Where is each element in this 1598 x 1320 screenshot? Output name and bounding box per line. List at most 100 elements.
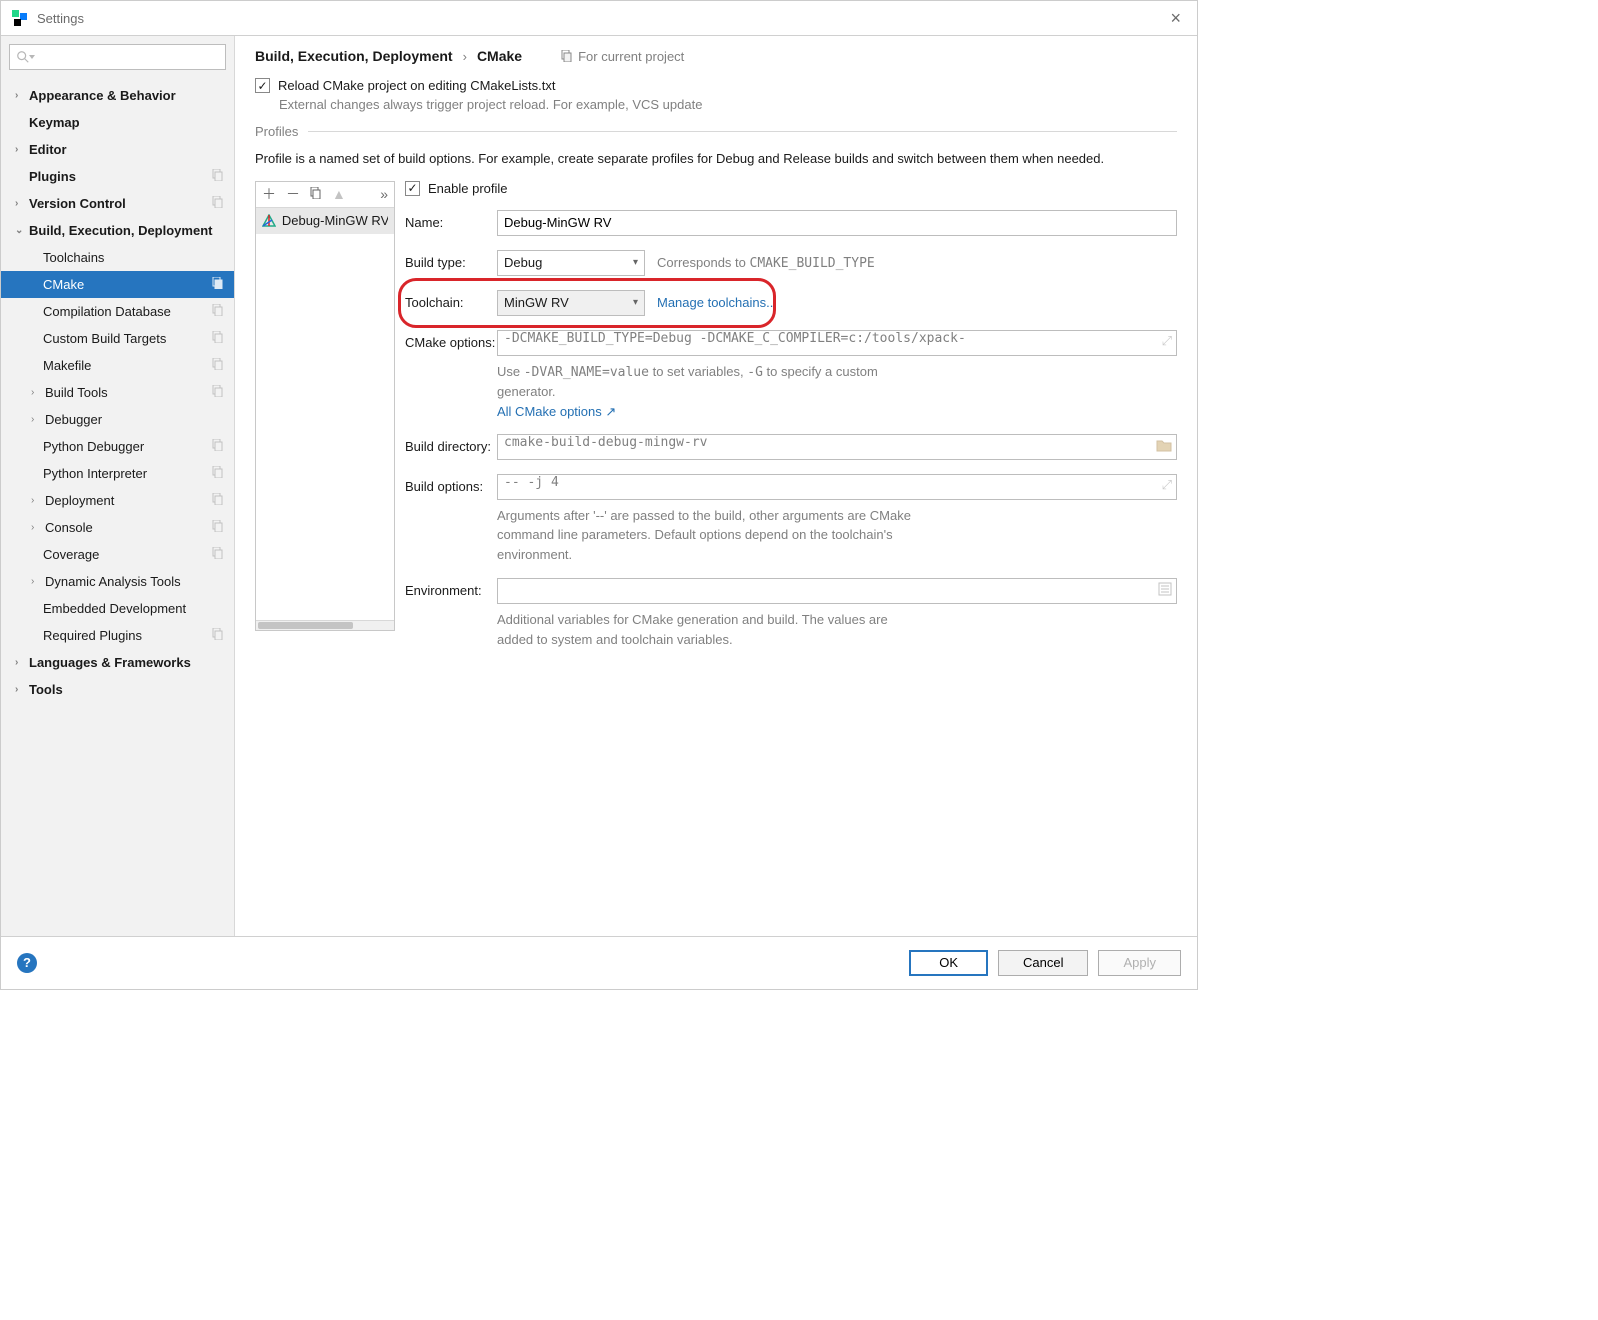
manage-toolchains-link[interactable]: Manage toolchains... <box>657 295 777 310</box>
name-label: Name: <box>405 210 497 230</box>
tree-item-version-control[interactable]: ›Version Control <box>1 190 234 217</box>
checkbox-icon[interactable] <box>255 78 270 93</box>
help-icon[interactable]: ? <box>17 953 37 973</box>
up-icon[interactable]: ▲ <box>332 186 346 202</box>
window-title: Settings <box>37 11 84 26</box>
tree-item-label: Languages & Frameworks <box>29 655 191 670</box>
tree-item-dynamic-analysis-tools[interactable]: › Dynamic Analysis Tools <box>1 568 234 595</box>
tree-item-python-debugger[interactable]: Python Debugger <box>1 433 234 460</box>
tree-item-deployment[interactable]: ›Deployment <box>1 487 234 514</box>
tree-item-label: Dynamic Analysis Tools <box>45 574 181 589</box>
tree-item-label: Debugger <box>45 412 102 427</box>
profiles-description: Profile is a named set of build options.… <box>255 149 1177 169</box>
name-input[interactable] <box>497 210 1177 236</box>
tree-item-label: Build Tools <box>45 385 108 400</box>
profiles-header: Profiles <box>255 124 1177 139</box>
tree-item-toolchains[interactable]: Toolchains <box>1 244 234 271</box>
buildopts-input[interactable]: -- -j 4 ⤢ <box>497 474 1177 500</box>
chevron-right-icon: › <box>31 522 41 533</box>
tree-item-label: Console <box>45 520 93 535</box>
reload-hint: External changes always trigger project … <box>279 97 1177 112</box>
close-icon[interactable]: × <box>1164 8 1187 29</box>
titlebar: Settings × <box>1 1 1197 36</box>
buildopts-hint: Arguments after '--' are passed to the b… <box>497 506 917 565</box>
tree-item-label: Custom Build Targets <box>43 331 166 346</box>
tree-item-label: Python Debugger <box>43 439 144 454</box>
env-label: Environment: <box>405 578 497 598</box>
folder-icon[interactable] <box>1156 438 1172 456</box>
tree-item-build-tools[interactable]: ›Build Tools <box>1 379 234 406</box>
breadcrumb-current: CMake <box>477 48 522 64</box>
profile-item[interactable]: Debug-MinGW RV <box>256 208 394 234</box>
tree-item-editor[interactable]: ›Editor <box>1 136 234 163</box>
chevron-down-icon: ▾ <box>633 257 638 268</box>
tree-item-makefile[interactable]: Makefile <box>1 352 234 379</box>
reload-label: Reload CMake project on editing CMakeLis… <box>278 78 555 93</box>
tree-item-plugins[interactable]: Plugins <box>1 163 234 190</box>
tree-item-python-interpreter[interactable]: Python Interpreter <box>1 460 234 487</box>
content-panel: Build, Execution, Deployment › CMake For… <box>235 36 1197 936</box>
tree-item-required-plugins[interactable]: Required Plugins <box>1 622 234 649</box>
footer: ? OK Cancel Apply <box>1 936 1197 988</box>
env-input[interactable] <box>497 578 1177 604</box>
tree-item-custom-build-targets[interactable]: Custom Build Targets <box>1 325 234 352</box>
tree-item-compilation-database[interactable]: Compilation Database <box>1 298 234 325</box>
builddir-input[interactable]: cmake-build-debug-mingw-rv <box>497 434 1177 460</box>
enable-profile-row[interactable]: Enable profile <box>405 181 1177 196</box>
buildtype-select[interactable]: Debug▾ <box>497 250 645 276</box>
reload-checkbox-row[interactable]: Reload CMake project on editing CMakeLis… <box>255 78 1177 93</box>
sidebar: ›Appearance & BehaviorKeymap›EditorPlugi… <box>1 36 235 936</box>
tree-item-debugger[interactable]: ›Debugger <box>1 406 234 433</box>
chevron-right-icon: › <box>31 576 41 587</box>
project-scope-icon <box>212 304 224 319</box>
buildtype-label: Build type: <box>405 250 497 270</box>
tree-item-label: Required Plugins <box>43 628 142 643</box>
tree-item-label: Appearance & Behavior <box>29 88 176 103</box>
search-input[interactable] <box>9 44 226 70</box>
tree-item-label: Toolchains <box>43 250 104 265</box>
all-cmake-options-link[interactable]: All CMake options ↗ <box>497 404 1177 420</box>
tree-item-languages-frameworks[interactable]: ›Languages & Frameworks <box>1 649 234 676</box>
tree-item-coverage[interactable]: Coverage <box>1 541 234 568</box>
expand-icon[interactable]: ⤢ <box>1162 334 1172 349</box>
project-scope-icon <box>212 493 224 508</box>
profile-list: ＋ － ▲ » Debug-MinGW RV <box>255 181 395 631</box>
cmake-icon <box>262 214 276 228</box>
tree-item-console[interactable]: › Console <box>1 514 234 541</box>
scrollbar[interactable] <box>256 620 394 630</box>
project-scope-icon <box>212 358 224 373</box>
cancel-button[interactable]: Cancel <box>998 950 1088 976</box>
settings-tree: ›Appearance & BehaviorKeymap›EditorPlugi… <box>1 78 234 936</box>
profile-name: Debug-MinGW RV <box>282 213 388 228</box>
checkbox-icon[interactable] <box>405 181 420 196</box>
project-scope-icon <box>212 277 224 292</box>
tree-item-label: CMake <box>43 277 84 292</box>
cmakeopts-input[interactable]: -DCMAKE_BUILD_TYPE=Debug -DCMAKE_C_COMPI… <box>497 330 1177 356</box>
tree-item-build-execution-deployment[interactable]: ⌄Build, Execution, Deployment <box>1 217 234 244</box>
add-icon[interactable]: ＋ <box>262 184 276 204</box>
ok-button[interactable]: OK <box>909 950 988 976</box>
chevron-down-icon: ▾ <box>633 297 638 308</box>
apply-button[interactable]: Apply <box>1098 950 1181 976</box>
list-icon[interactable] <box>1158 582 1172 600</box>
chevron-down-icon: ⌄ <box>15 225 25 236</box>
tree-item-keymap[interactable]: Keymap <box>1 109 234 136</box>
project-scope-icon <box>212 196 224 211</box>
remove-icon[interactable]: － <box>286 184 300 204</box>
tree-item-label: Tools <box>29 682 63 697</box>
tree-item-label: Python Interpreter <box>43 466 147 481</box>
tree-item-embedded-development[interactable]: Embedded Development <box>1 595 234 622</box>
cmakeopts-label: CMake options: <box>405 330 497 350</box>
copy-icon[interactable] <box>310 186 322 202</box>
tree-item-tools[interactable]: ›Tools <box>1 676 234 703</box>
breadcrumb: Build, Execution, Deployment › CMake For… <box>255 48 1177 64</box>
more-icon[interactable]: » <box>380 186 388 202</box>
expand-icon[interactable]: ⤢ <box>1162 478 1172 493</box>
profile-form: Enable profile Name: Build type: Debug▾ … <box>405 181 1177 664</box>
tree-item-appearance-behavior[interactable]: ›Appearance & Behavior <box>1 82 234 109</box>
project-scope-icon <box>212 385 224 400</box>
tree-item-cmake[interactable]: CMake <box>1 271 234 298</box>
breadcrumb-parent[interactable]: Build, Execution, Deployment <box>255 48 453 64</box>
project-scope-icon <box>212 169 224 184</box>
toolchain-select[interactable]: MinGW RV▾ <box>497 290 645 316</box>
